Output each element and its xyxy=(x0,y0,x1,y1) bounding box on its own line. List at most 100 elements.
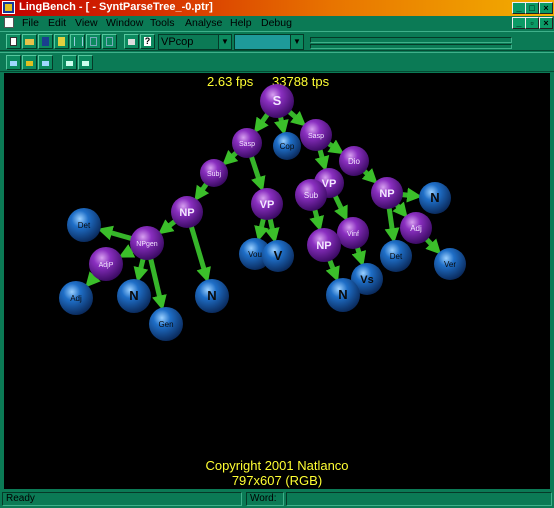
status-ready: Ready xyxy=(2,492,242,506)
paste-button[interactable] xyxy=(102,34,117,49)
maximize-button[interactable]: □ xyxy=(525,2,539,14)
print-button[interactable] xyxy=(124,34,139,49)
tree-tool-5-icon xyxy=(82,61,89,66)
node-label: NP xyxy=(379,188,394,200)
copy-button[interactable] xyxy=(86,34,101,49)
help-button[interactable]: ? xyxy=(140,34,155,49)
tree-node-sasp2[interactable]: Sasp xyxy=(300,119,332,151)
menu-window[interactable]: Window xyxy=(106,16,143,30)
status-word-text: Word: xyxy=(250,493,277,504)
tree-edge-np1-n3 xyxy=(188,223,211,283)
help-icon: ? xyxy=(144,36,151,46)
tree-node-det2[interactable]: Det xyxy=(380,240,412,272)
tree-edge-npgen-gen xyxy=(147,255,167,311)
tree-edge-npgen-det1 xyxy=(97,225,135,242)
parse-tree-viewport[interactable]: 2.63 fps 33788 tps S Sasp Sasp Cop Subj VP Dio… xyxy=(4,73,550,489)
tree-node-vp1[interactable]: VP xyxy=(251,188,283,220)
node-label: Gen xyxy=(158,320,173,329)
tree-node-adj2[interactable]: Adj xyxy=(59,281,93,315)
status-word-value xyxy=(286,492,552,506)
doc-close-button[interactable]: × xyxy=(539,17,553,29)
node-label: S xyxy=(273,93,282,108)
tree-node-gen[interactable]: Gen xyxy=(149,307,183,341)
save-button[interactable] xyxy=(38,34,53,49)
node-label: Vou xyxy=(248,250,262,259)
tree-tool-2-icon xyxy=(26,61,33,66)
tree-node-n1[interactable]: N xyxy=(419,182,451,214)
menu-help[interactable]: Help xyxy=(230,16,252,30)
node-label: Sasp xyxy=(308,133,324,140)
tree-tool-1-button[interactable] xyxy=(6,55,21,70)
progress-track-1 xyxy=(310,37,512,43)
node-label: Det xyxy=(390,252,403,261)
grammar-selector[interactable]: VPcop ▼ xyxy=(158,34,232,50)
tree-node-subj[interactable]: Subj xyxy=(200,159,228,187)
cut-icon xyxy=(74,37,83,46)
menu-analyse[interactable]: Analyse xyxy=(185,16,222,30)
tree-node-npgen[interactable]: NPgen xyxy=(130,226,164,260)
tree-node-sasp1[interactable]: Sasp xyxy=(232,128,262,158)
font-button[interactable] xyxy=(54,34,69,49)
tree-node-adjp[interactable]: AdjP xyxy=(89,247,123,281)
doc-restore-button[interactable]: ▫ xyxy=(525,17,539,29)
doc-minimize-button[interactable]: _ xyxy=(512,17,526,29)
font-icon xyxy=(58,37,65,46)
tree-node-ver[interactable]: Ver xyxy=(434,248,466,280)
tree-node-s[interactable]: S xyxy=(260,84,294,118)
resolution-text: 797x607 (RGB) xyxy=(232,473,322,488)
second-selector[interactable]: ▼ xyxy=(234,34,304,50)
node-label: Ver xyxy=(444,260,456,269)
node-label: V xyxy=(274,248,283,263)
tree-node-n2[interactable]: N xyxy=(117,279,151,313)
menu-view[interactable]: View xyxy=(75,16,98,30)
tree-tool-5-button[interactable] xyxy=(78,55,93,70)
fps-readout: 2.63 fps xyxy=(207,74,254,89)
menu-debug[interactable]: Debug xyxy=(261,16,292,30)
tree-edge-vp1-v1 xyxy=(264,216,280,244)
tree-edge-np2-det2 xyxy=(384,205,400,244)
status-bar: Ready Word: xyxy=(0,490,554,508)
chevron-down-icon[interactable]: ▼ xyxy=(218,35,231,49)
tree-node-dio[interactable]: Dio xyxy=(339,146,369,176)
node-label: AdjP xyxy=(99,262,114,269)
tree-node-v1[interactable]: V xyxy=(262,240,294,272)
tree-node-n3[interactable]: N xyxy=(195,279,229,313)
tree-node-cop[interactable]: Cop xyxy=(273,132,301,160)
tree-node-adj1[interactable]: Adj xyxy=(400,212,432,244)
tree-tool-2-button[interactable] xyxy=(22,55,37,70)
app-icon[interactable] xyxy=(2,1,15,14)
parse-tree-canvas[interactable]: 2.63 fps 33788 tps SSaspSaspCopSubjVPDio… xyxy=(4,73,550,489)
tree-node-det1[interactable]: Det xyxy=(67,208,101,242)
save-icon xyxy=(42,37,49,46)
node-label: N xyxy=(207,288,216,303)
menu-edit[interactable]: Edit xyxy=(48,16,66,30)
node-label: Adj xyxy=(410,224,422,233)
new-file-button[interactable] xyxy=(6,34,21,49)
tree-tool-4-button[interactable] xyxy=(62,55,77,70)
node-label: NP xyxy=(316,240,331,252)
menu-bar: File Edit View Window Tools Analyse Help… xyxy=(0,16,554,30)
tree-node-vinf[interactable]: Vinf xyxy=(337,217,369,249)
node-label: NP xyxy=(179,207,194,219)
close-button[interactable]: × xyxy=(539,2,553,14)
tree-node-sub[interactable]: Sub xyxy=(295,179,327,211)
chevron-down-icon[interactable]: ▼ xyxy=(290,35,303,49)
tree-node-np1[interactable]: NP xyxy=(171,196,203,228)
node-label: Sub xyxy=(304,191,319,200)
node-label: Subj xyxy=(207,171,221,178)
node-label: N xyxy=(338,287,347,302)
menu-tools[interactable]: Tools xyxy=(150,16,175,30)
tree-node-np2[interactable]: NP xyxy=(371,177,403,209)
tree-node-np3[interactable]: NP xyxy=(307,228,341,262)
menu-file[interactable]: File xyxy=(22,16,39,30)
cut-button[interactable] xyxy=(70,34,85,49)
minimize-button[interactable]: _ xyxy=(512,2,526,14)
tree-tool-3-icon xyxy=(42,61,49,66)
copy-icon xyxy=(90,37,97,46)
tree-tool-3-button[interactable] xyxy=(38,55,53,70)
window-title: LingBench - [ - SyntParseTree_-0.ptr] xyxy=(19,1,213,13)
document-icon[interactable] xyxy=(4,17,14,28)
title-bar[interactable]: LingBench - [ - SyntParseTree_-0.ptr] _ … xyxy=(0,0,554,16)
open-file-button[interactable] xyxy=(22,34,37,49)
tree-node-n4[interactable]: N xyxy=(326,278,360,312)
